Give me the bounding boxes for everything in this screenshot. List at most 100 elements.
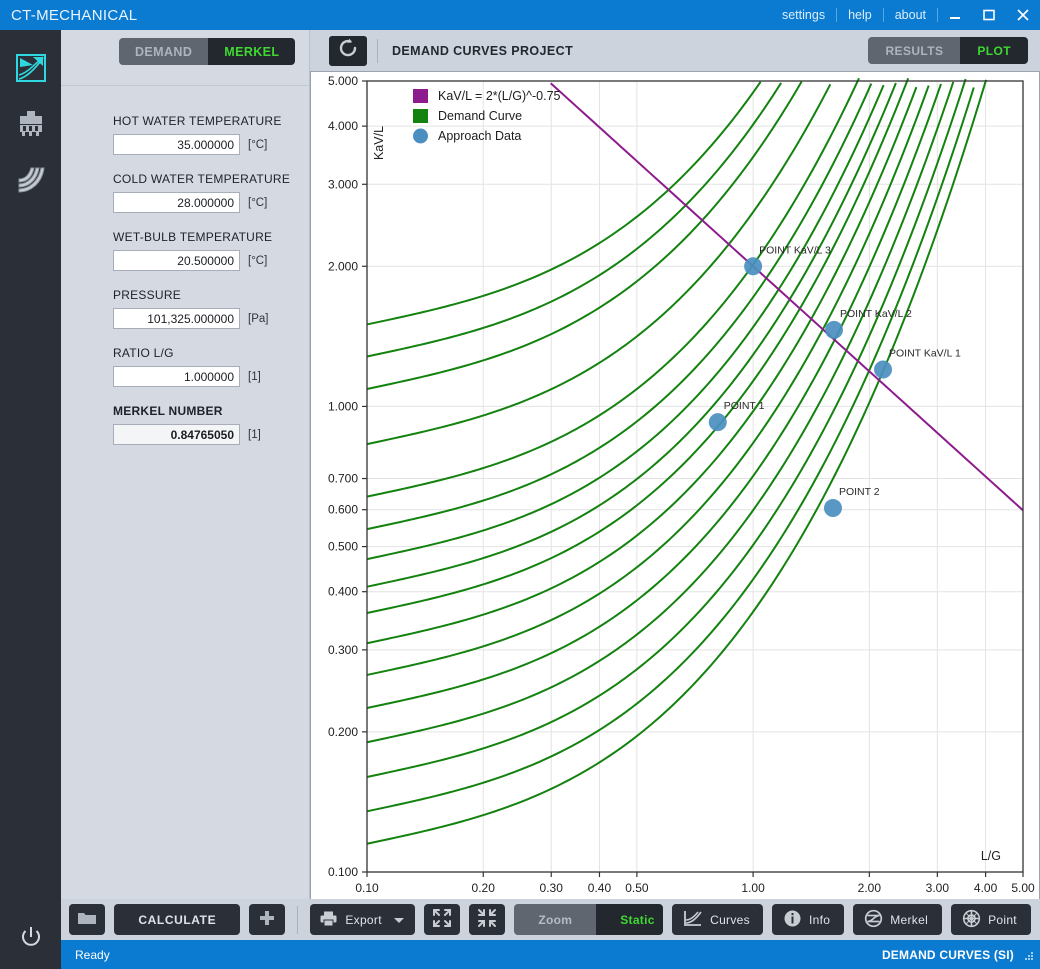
- static-mode-button[interactable]: Static: [596, 904, 664, 935]
- title-bar-actions: settings help about: [771, 0, 1040, 30]
- field-ratio-lg: RATIO L/G [1]: [61, 346, 309, 387]
- calculate-button[interactable]: CALCULATE: [114, 904, 241, 935]
- merkel-label: Merkel: [890, 912, 929, 927]
- parameter-panel: DEMAND MERKEL HOT WATER TEMPERATURE [°C]…: [61, 30, 310, 928]
- open-project-button[interactable]: [69, 904, 106, 935]
- curves-button[interactable]: Curves: [672, 904, 763, 935]
- tab-plot[interactable]: PLOT: [960, 37, 1028, 64]
- field-label: MERKEL NUMBER: [113, 404, 223, 418]
- info-button[interactable]: Info: [771, 904, 845, 935]
- svg-text:KaV/L = 2*(L/G)^-0.75: KaV/L = 2*(L/G)^-0.75: [438, 89, 561, 103]
- plot-canvas[interactable]: POINT KaV/L 3 POINT KaV/L 2 POINT KaV/L 1 P…: [310, 71, 1040, 928]
- info-icon: [783, 909, 802, 931]
- about-link[interactable]: about: [884, 0, 937, 30]
- maximize-icon[interactable]: [972, 0, 1006, 30]
- fullscreen-collapse-button[interactable]: [469, 904, 506, 935]
- tab-results[interactable]: RESULTS: [868, 37, 961, 64]
- fullscreen-expand-button[interactable]: [423, 904, 461, 935]
- svg-text:Demand Curve: Demand Curve: [438, 109, 522, 123]
- power-button[interactable]: [0, 919, 61, 959]
- help-link[interactable]: help: [837, 0, 883, 30]
- target-icon: [962, 909, 981, 931]
- sidebar-item-cooling-tower[interactable]: [0, 98, 61, 154]
- point-label: Point: [988, 912, 1017, 927]
- main-header: DEMAND CURVES PROJECT RESULTS PLOT: [310, 30, 1040, 71]
- zoom-mode-button[interactable]: Zoom: [514, 904, 597, 935]
- performance-curves-icon: [15, 165, 47, 200]
- close-icon[interactable]: [1006, 0, 1040, 30]
- expand-icon: [432, 908, 452, 931]
- x-tick-label: 2.00: [858, 881, 882, 895]
- svg-text:POINT KaV/L 1: POINT KaV/L 1: [889, 348, 961, 360]
- merkel-icon: [864, 909, 883, 931]
- field-unit: [°C]: [248, 138, 268, 151]
- field-hot-water-temperature: HOT WATER TEMPERATURE [°C]: [61, 114, 309, 155]
- field-label: WET-BULB TEMPERATURE: [113, 230, 273, 244]
- refresh-button[interactable]: [329, 35, 367, 66]
- settings-link[interactable]: settings: [771, 0, 836, 30]
- svg-text:POINT KaV/L 2: POINT KaV/L 2: [840, 308, 912, 320]
- bottom-toolbar: CALCULATE Export Zoom Static Curves Info…: [61, 899, 1040, 940]
- y-tick-label: 0.300: [328, 643, 358, 657]
- tab-merkel[interactable]: MERKEL: [208, 38, 296, 65]
- merkel-button[interactable]: Merkel: [853, 904, 943, 935]
- x-tick-label: 0.50: [625, 881, 649, 895]
- refresh-icon: [337, 37, 359, 64]
- panel-tab-group: DEMAND MERKEL: [119, 38, 296, 65]
- merkel-number-output: [113, 424, 240, 445]
- field-unit: [°C]: [248, 254, 268, 267]
- svg-text:POINT KaV/L 3: POINT KaV/L 3: [759, 244, 831, 256]
- plus-icon: [258, 909, 276, 930]
- svg-text:POINT 2: POINT 2: [839, 486, 880, 498]
- status-text: Ready: [75, 947, 110, 962]
- chevron-down-icon[interactable]: [393, 913, 404, 927]
- title-bar: CT-MECHANICAL settings help about: [0, 0, 1040, 30]
- export-label: Export: [345, 912, 382, 927]
- divider: [377, 38, 378, 63]
- hot-water-temperature-input[interactable]: [113, 134, 240, 155]
- x-tick-label: 3.00: [926, 881, 950, 895]
- demand-curves-chart: POINT KaV/L 3 POINT KaV/L 2 POINT KaV/L 1 P…: [328, 74, 1035, 895]
- folder-icon: [77, 910, 97, 929]
- field-label: RATIO L/G: [113, 346, 174, 360]
- field-unit: [Pa]: [248, 312, 269, 325]
- x-axis-label: L/G: [981, 849, 1001, 863]
- x-tick-label: 0.40: [588, 881, 612, 895]
- x-tick-label: 0.10: [355, 881, 379, 895]
- parameter-form: HOT WATER TEMPERATURE [°C] COLD WATER TE…: [61, 85, 309, 462]
- power-icon: [19, 925, 43, 954]
- add-point-button[interactable]: [249, 904, 286, 935]
- psychrometric-chart-icon: [15, 53, 47, 88]
- y-axis-label: KaV/L: [372, 126, 386, 160]
- svg-text:POINT 1: POINT 1: [724, 400, 765, 412]
- divider: [297, 905, 299, 934]
- app-title: CT-MECHANICAL: [11, 6, 138, 24]
- x-tick-label: 0.20: [472, 881, 496, 895]
- y-tick-label: 0.400: [328, 585, 358, 599]
- pressure-input[interactable]: [113, 308, 240, 329]
- wet-bulb-temperature-input[interactable]: [113, 250, 240, 271]
- y-tick-label: 0.600: [328, 503, 358, 517]
- tab-demand[interactable]: DEMAND: [119, 38, 209, 65]
- point-button[interactable]: Point: [951, 904, 1031, 935]
- y-tick-label: 5.000: [328, 74, 358, 88]
- curves-icon: [683, 910, 703, 930]
- minimize-icon[interactable]: [938, 0, 972, 30]
- printer-icon: [319, 910, 338, 930]
- resize-grip[interactable]: [1022, 949, 1040, 961]
- field-label: COLD WATER TEMPERATURE: [113, 172, 291, 186]
- cold-water-temperature-input[interactable]: [113, 192, 240, 213]
- status-project: DEMAND CURVES (SI): [881, 947, 1014, 962]
- y-tick-label: 3.000: [328, 177, 358, 191]
- cooling-tower-icon: [15, 109, 47, 144]
- sidebar-item-performance-curves[interactable]: [0, 154, 61, 210]
- export-button[interactable]: Export: [310, 904, 415, 935]
- sidebar-item-psychrometric[interactable]: [0, 42, 61, 98]
- zoom-mode-toggle: Zoom Static: [514, 904, 664, 935]
- x-tick-label: 0.30: [540, 881, 564, 895]
- svg-text:Approach Data: Approach Data: [438, 129, 521, 143]
- field-unit: [°C]: [248, 196, 268, 209]
- ratio-lg-input[interactable]: [113, 366, 240, 387]
- field-label: HOT WATER TEMPERATURE: [113, 114, 282, 128]
- field-unit: [1]: [248, 428, 261, 441]
